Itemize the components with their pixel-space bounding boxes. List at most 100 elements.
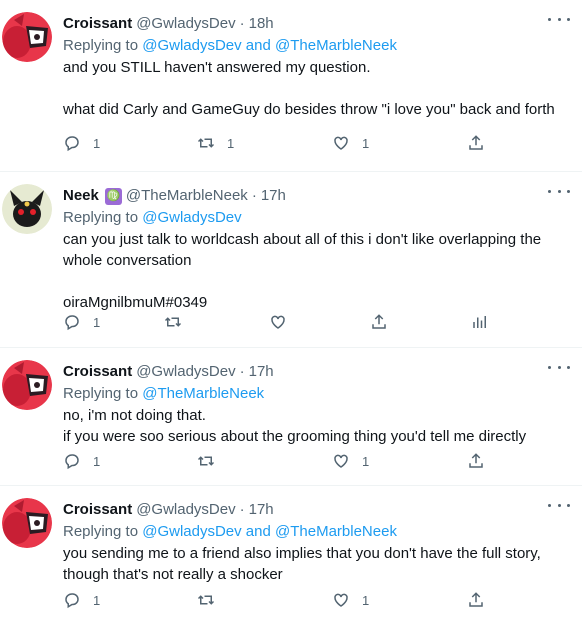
reply-count: 1	[93, 453, 101, 469]
timestamp[interactable]: 17h	[249, 500, 274, 520]
tweet-actions: 1 1	[63, 590, 503, 610]
like-button[interactable]	[269, 312, 287, 332]
tweet-text: can you just talk to worldcash about all…	[63, 229, 563, 313]
like-button[interactable]: 1	[332, 133, 369, 153]
separator: ·	[239, 15, 245, 32]
retweet-button[interactable]: 1	[197, 133, 234, 153]
share-icon	[469, 592, 483, 607]
like-button[interactable]: 1	[332, 451, 369, 471]
reply-icon	[65, 315, 79, 331]
reply-button[interactable]: 1	[63, 590, 100, 610]
tweet[interactable]: Croissant @GwladysDev · 17h Replying to …	[0, 486, 582, 625]
separator: ·	[239, 501, 245, 518]
share-button[interactable]	[370, 312, 388, 332]
reply-button[interactable]: 1	[63, 451, 100, 471]
like-button[interactable]: 1	[332, 590, 369, 610]
heart-icon	[334, 593, 348, 607]
retweet-button[interactable]	[164, 312, 182, 332]
user-handle[interactable]: @GwladysDev	[136, 500, 235, 520]
replying-to-label: Replying to	[63, 385, 143, 402]
tweet-text-line: though that's not really a shocker	[63, 566, 283, 583]
replying-to: Replying to @GwladysDev and @TheMarbleNe…	[63, 522, 563, 542]
tweet-actions: 1 1 1	[63, 133, 503, 153]
reply-button[interactable]: 1	[63, 312, 100, 332]
separator: ·	[239, 363, 245, 380]
tweet-text-line: what did Carly and GameGuy do besides th…	[63, 101, 555, 118]
timestamp[interactable]: 17h	[249, 362, 274, 382]
like-count: 1	[362, 592, 370, 608]
user-handle[interactable]: @TheMarbleNeek	[126, 186, 248, 206]
tweet-text-line	[63, 271, 563, 292]
retweet-button[interactable]	[197, 451, 215, 471]
tweet-text-line: and you STILL haven't answered my questi…	[63, 59, 371, 76]
tweet-text-line: if you were soo serious about the groomi…	[63, 428, 527, 445]
tweet-text-line: you sending me to a friend also implies …	[63, 545, 541, 562]
retweet-icon	[197, 456, 215, 466]
timestamp[interactable]: 17h	[261, 186, 286, 206]
share-button[interactable]	[467, 451, 485, 471]
display-name[interactable]: Croissant	[63, 14, 132, 34]
tweet-text: you sending me to a friend also implies …	[63, 543, 563, 585]
tweet-actions: 1	[63, 312, 503, 332]
retweet-icon	[197, 138, 215, 148]
like-count: 1	[362, 135, 370, 151]
tweet[interactable]: Neek ♍ @TheMarbleNeek · 17h Replying to …	[0, 172, 582, 348]
more-icon[interactable]	[548, 360, 570, 374]
retweet-count: 1	[227, 135, 235, 151]
heart-icon	[271, 315, 285, 329]
share-icon	[469, 135, 483, 150]
tweet-actions: 1 1	[63, 451, 503, 471]
user-handle[interactable]: @GwladysDev	[136, 14, 235, 34]
display-name[interactable]: Croissant	[63, 500, 132, 520]
reply-mentions-link[interactable]: @GwladysDev	[142, 209, 241, 226]
tweet-text-line	[63, 78, 563, 99]
share-icon	[469, 453, 483, 468]
avatar[interactable]	[2, 12, 52, 62]
retweet-icon	[164, 317, 182, 327]
tweet-text: and you STILL haven't answered my questi…	[63, 57, 563, 120]
like-count: 1	[362, 453, 370, 469]
tweet-text-line: can you just talk to worldcash about all…	[63, 231, 542, 248]
retweet-button[interactable]	[197, 590, 215, 610]
more-icon[interactable]	[548, 498, 570, 512]
avatar[interactable]	[2, 498, 52, 548]
virgo-emoji: ♍	[104, 187, 122, 205]
avatar[interactable]	[2, 184, 52, 234]
replying-to-label: Replying to	[63, 209, 143, 226]
reply-mentions-link[interactable]: @GwladysDev and @TheMarbleNeek	[142, 523, 397, 540]
display-name[interactable]: Croissant	[63, 362, 132, 382]
tweet-text-line: no, i'm not doing that.	[63, 407, 206, 424]
tweet[interactable]: Croissant @GwladysDev · 18h Replying to …	[0, 0, 582, 172]
more-icon[interactable]	[548, 12, 570, 26]
share-icon	[372, 314, 386, 329]
reply-count: 1	[93, 592, 101, 608]
separator: ·	[251, 187, 257, 204]
avatar[interactable]	[2, 360, 52, 410]
reply-icon	[65, 136, 79, 152]
reply-button[interactable]: 1	[63, 133, 100, 153]
user-handle[interactable]: @GwladysDev	[136, 362, 235, 382]
heart-icon	[334, 454, 348, 468]
timestamp[interactable]: 18h	[249, 14, 274, 34]
replying-to: Replying to @GwladysDev and @TheMarbleNe…	[63, 36, 563, 56]
share-button[interactable]	[467, 590, 485, 610]
tweet-text-line: oiraMgnilbmuM#0349	[63, 294, 208, 311]
tweet[interactable]: Croissant @GwladysDev · 17h Replying to …	[0, 348, 582, 486]
reply-icon	[65, 593, 79, 609]
reply-icon	[65, 454, 79, 470]
reply-mentions-link[interactable]: @TheMarbleNeek	[142, 385, 264, 402]
analytics-button[interactable]	[471, 312, 489, 332]
reply-count: 1	[93, 135, 101, 151]
replying-to-label: Replying to	[63, 37, 143, 54]
share-button[interactable]	[467, 133, 485, 153]
reply-count: 1	[93, 314, 101, 330]
tweet-text-line: whole conversation	[63, 252, 192, 269]
replying-to: Replying to @GwladysDev	[63, 208, 563, 228]
analytics-icon	[473, 316, 486, 328]
more-icon[interactable]	[548, 184, 570, 198]
retweet-icon	[197, 595, 215, 605]
reply-mentions-link[interactable]: @GwladysDev and @TheMarbleNeek	[142, 37, 397, 54]
replying-to: Replying to @TheMarbleNeek	[63, 384, 563, 404]
tweet-text: no, i'm not doing that. if you were soo …	[63, 405, 563, 447]
display-name[interactable]: Neek	[63, 186, 99, 206]
